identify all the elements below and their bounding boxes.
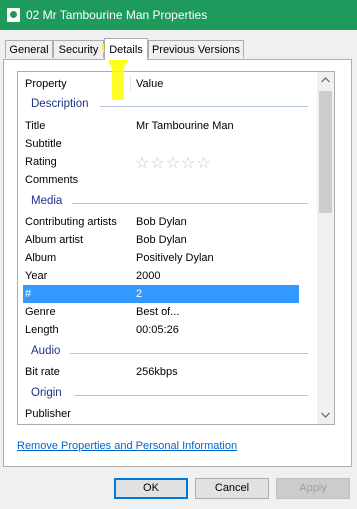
remove-properties-link[interactable]: Remove Properties and Personal Informati… <box>17 440 237 452</box>
chevron-up-icon[interactable] <box>317 72 334 89</box>
section-description: Description <box>18 96 318 114</box>
section-divider <box>74 395 308 396</box>
tab-general[interactable]: General <box>5 40 53 58</box>
section-divider <box>72 203 308 204</box>
rating-stars[interactable]: ☆☆☆☆☆ <box>135 153 212 173</box>
property-row-subtitle[interactable]: Subtitle <box>18 135 318 153</box>
cancel-button[interactable]: Cancel <box>195 478 269 499</box>
property-row-bit-rate[interactable]: Bit rate 256kbps <box>18 363 318 381</box>
tab-strip: General Security Details Previous Versio… <box>3 38 353 60</box>
section-audio: Audio <box>18 343 318 361</box>
tab-previous-versions[interactable]: Previous Versions <box>148 40 244 58</box>
section-divider <box>100 106 308 107</box>
column-header-property[interactable]: Property <box>25 78 67 90</box>
section-divider <box>70 353 308 354</box>
property-row-track-number[interactable]: # 2 <box>23 285 299 303</box>
property-row-album-artist[interactable]: Album artist Bob Dylan <box>18 231 318 249</box>
property-row-genre[interactable]: Genre Best of... <box>18 303 318 321</box>
section-media: Media <box>18 193 318 211</box>
chevron-down-icon[interactable] <box>317 407 334 424</box>
properties-window-icon <box>7 8 20 22</box>
property-row-rating[interactable]: Rating ☆☆☆☆☆ <box>18 153 318 173</box>
title-bar: 02 Mr Tambourine Man Properties <box>0 0 357 30</box>
property-row-title[interactable]: Title Mr Tambourine Man <box>18 117 318 135</box>
column-divider <box>130 75 131 91</box>
property-row-contributing-artists[interactable]: Contributing artists Bob Dylan <box>18 213 318 231</box>
section-origin: Origin <box>18 385 318 403</box>
property-row-publisher[interactable]: Publisher <box>18 405 318 423</box>
property-row-comments[interactable]: Comments <box>18 171 318 189</box>
details-header-row[interactable]: Property Value <box>18 72 318 94</box>
window-title: 02 Mr Tambourine Man Properties <box>26 8 208 22</box>
ok-button[interactable]: OK <box>114 478 188 499</box>
property-row-album[interactable]: Album Positively Dylan <box>18 249 318 267</box>
column-header-value[interactable]: Value <box>136 78 163 90</box>
apply-button[interactable]: Apply <box>276 478 350 499</box>
vertical-scrollbar[interactable] <box>317 72 334 424</box>
property-row-year[interactable]: Year 2000 <box>18 267 318 285</box>
details-list[interactable]: Property Value Description Title Mr Tamb… <box>17 71 335 425</box>
tab-security[interactable]: Security <box>53 40 104 58</box>
scrollbar-thumb[interactable] <box>319 91 332 213</box>
tab-details[interactable]: Details <box>104 38 148 60</box>
property-row-length[interactable]: Length 00:05:26 <box>18 321 318 339</box>
